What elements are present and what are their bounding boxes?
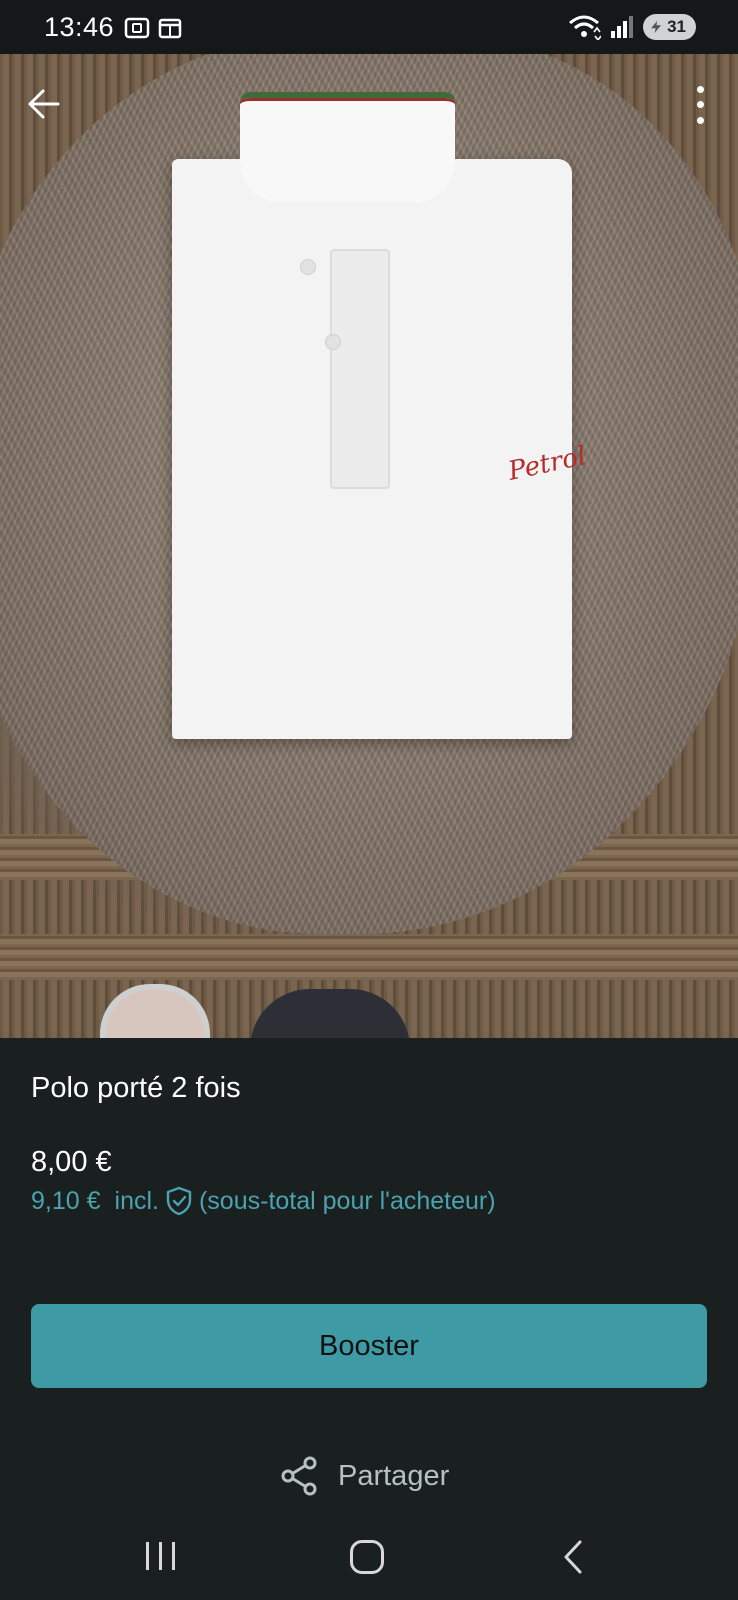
- status-bar: 13:46 31: [0, 0, 738, 54]
- product-photo[interactable]: Petrol: [0, 54, 738, 1038]
- calendar-icon: [158, 18, 182, 39]
- share-button[interactable]: Partager: [280, 1456, 449, 1496]
- more-options-button[interactable]: [690, 82, 710, 128]
- back-button[interactable]: [22, 82, 66, 126]
- wood-plank: [0, 934, 738, 980]
- incl-label: incl.: [114, 1186, 159, 1215]
- buyer-price-line[interactable]: 9,10 € incl. (sous-total pour l'acheteur…: [31, 1186, 496, 1216]
- recents-bar: [159, 1542, 162, 1570]
- item-price: 8,00 €: [31, 1146, 112, 1178]
- more-vertical-icon-dot: [696, 101, 704, 109]
- buyer-price: 9,10 €: [31, 1186, 101, 1215]
- booster-button[interactable]: Booster: [31, 1304, 707, 1388]
- buyer-note: (sous-total pour l'acheteur): [198, 1186, 496, 1215]
- share-icon: [281, 1456, 317, 1496]
- polo-collar: [240, 92, 455, 202]
- recents-icon[interactable]: [146, 1542, 175, 1570]
- system-nav-bar: [0, 1520, 738, 1600]
- back-icon[interactable]: [560, 1538, 586, 1576]
- recents-bar: [146, 1542, 149, 1570]
- item-title: Polo porté 2 fois: [31, 1072, 241, 1104]
- polo-placket: [330, 249, 390, 489]
- foot: [100, 984, 210, 1038]
- signal-icon: [611, 16, 634, 38]
- back-arrow-icon: [28, 89, 60, 119]
- more-vertical-icon-dot: [696, 116, 704, 124]
- polo-button: [300, 259, 316, 275]
- more-vertical-icon: [696, 86, 704, 94]
- shoe: [250, 989, 410, 1038]
- shield-check-icon: [166, 1186, 192, 1216]
- share-label: Partager: [338, 1459, 450, 1492]
- screenshot-icon: [124, 17, 150, 39]
- status-icons-right: 31: [567, 14, 696, 40]
- wifi-icon: [569, 15, 602, 40]
- home-icon[interactable]: [350, 1540, 384, 1574]
- battery-icon: 31: [643, 14, 696, 40]
- recents-bar: [172, 1542, 175, 1570]
- status-time: 13:46: [44, 12, 115, 42]
- polo-button: [325, 334, 341, 350]
- status-icons-left: [124, 16, 182, 40]
- battery-level: 31: [667, 17, 686, 36]
